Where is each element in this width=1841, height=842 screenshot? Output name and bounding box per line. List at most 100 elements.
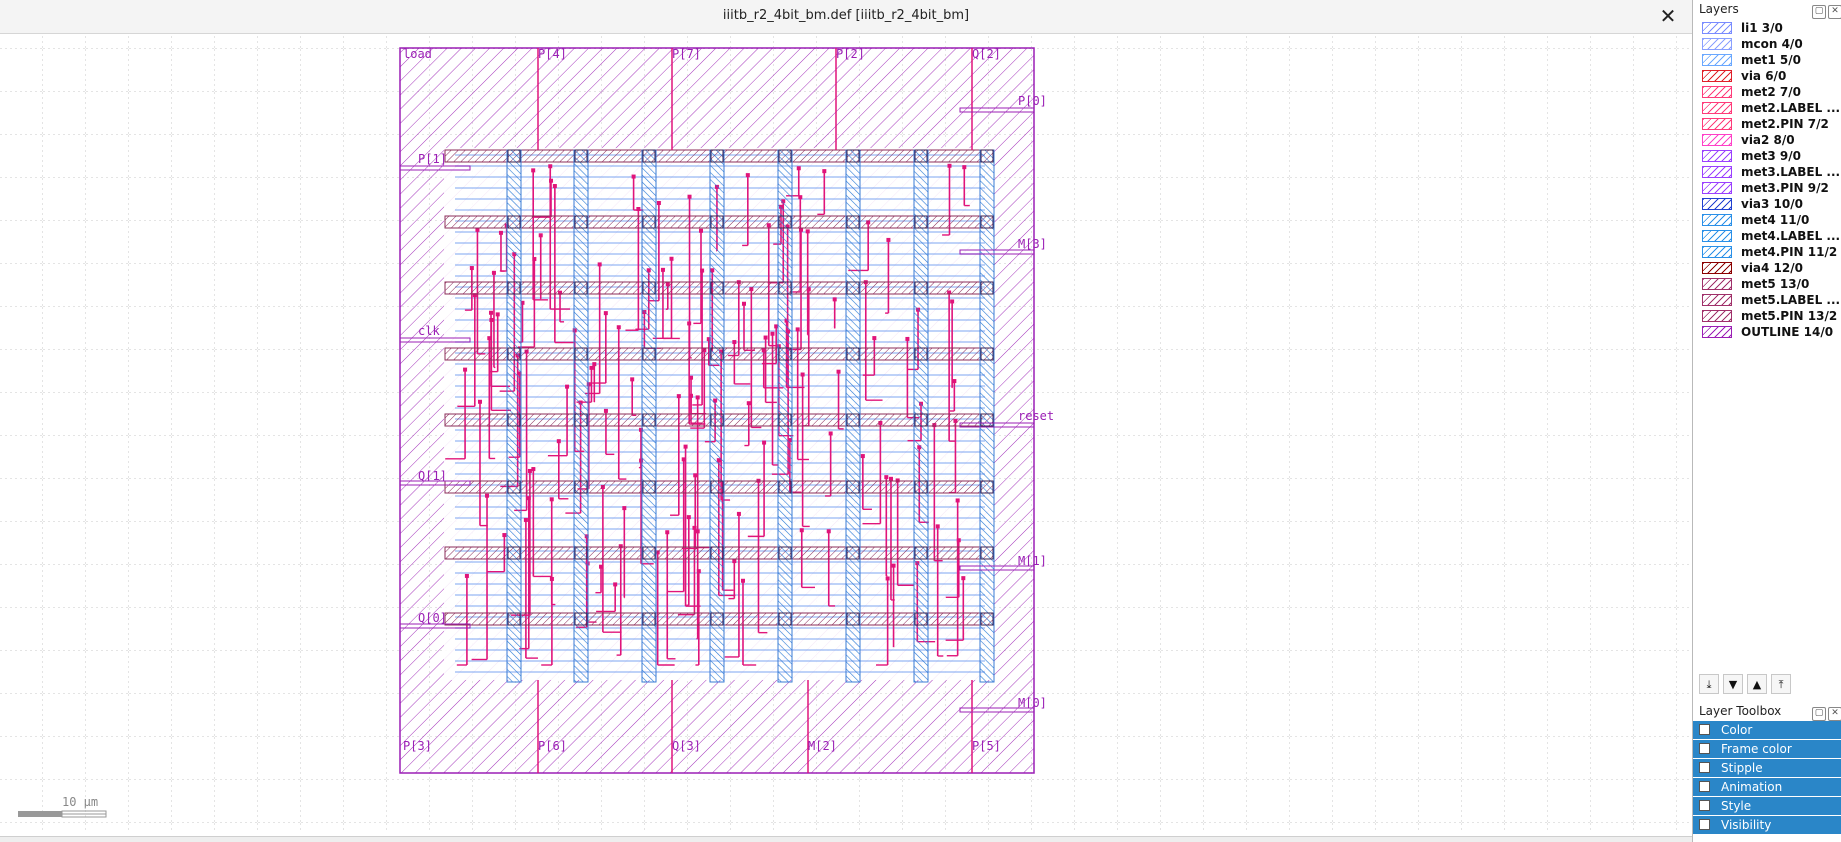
expand-checkbox[interactable] xyxy=(1699,762,1710,773)
pin-label: M[3] xyxy=(1018,237,1047,251)
layout-canvas[interactable]: load P[4] P[7] P[2] Q[2] P[0] P[1] M[3] … xyxy=(0,33,1692,833)
move-to-bottom-icon[interactable]: ⤓ xyxy=(1699,674,1719,694)
via-marker xyxy=(597,262,602,267)
via-marker xyxy=(589,365,594,370)
layer-row[interactable]: via2 8/0 xyxy=(1693,132,1841,148)
expand-checkbox[interactable] xyxy=(1699,819,1710,830)
via-marker xyxy=(799,528,804,533)
pin-label: P[6] xyxy=(538,739,567,753)
layer-swatch xyxy=(1702,262,1732,274)
layer-row[interactable]: met2.PIN 7/2 xyxy=(1693,116,1841,132)
expand-checkbox[interactable] xyxy=(1699,781,1710,792)
layer-row[interactable]: via 6/0 xyxy=(1693,68,1841,84)
toolbox-item[interactable]: Style xyxy=(1693,797,1841,815)
via-marker xyxy=(696,569,701,574)
move-to-top-icon[interactable]: ⤒ xyxy=(1771,674,1791,694)
close-icon[interactable]: ✕ xyxy=(1828,5,1841,19)
layer-name: met5 13/0 xyxy=(1741,277,1810,291)
layer-swatch xyxy=(1702,294,1732,306)
met4-strap xyxy=(641,149,657,683)
pin-label: P[1] xyxy=(418,152,447,166)
expand-checkbox[interactable] xyxy=(1699,800,1710,811)
toolbox-item[interactable]: Animation xyxy=(1693,778,1841,796)
toolbox-item[interactable]: Stipple xyxy=(1693,759,1841,777)
layer-swatch xyxy=(1702,326,1732,338)
via-marker xyxy=(736,511,741,516)
via-marker xyxy=(531,168,536,173)
via-marker xyxy=(631,174,636,179)
move-down-icon[interactable]: ▼ xyxy=(1723,674,1743,694)
layer-row[interactable]: met4 11/0 xyxy=(1693,212,1841,228)
layer-row[interactable]: via3 10/0 xyxy=(1693,196,1841,212)
pin-label: M[0] xyxy=(1018,696,1047,710)
layer-row[interactable]: met2 7/0 xyxy=(1693,84,1841,100)
via-marker xyxy=(688,393,693,398)
layer-row[interactable]: met2.LABEL ... xyxy=(1693,100,1841,116)
layer-name: met2 7/0 xyxy=(1741,85,1801,99)
via-marker xyxy=(523,517,528,522)
via-marker xyxy=(622,506,627,511)
layer-row[interactable]: met5.PIN 13/2 xyxy=(1693,308,1841,324)
via-marker xyxy=(800,372,805,377)
via-marker xyxy=(556,439,561,444)
toolbox-item[interactable]: Frame color xyxy=(1693,740,1841,758)
layer-toolbox-title: Layer Toolbox xyxy=(1699,704,1782,718)
layer-row[interactable]: met4.PIN 11/2 xyxy=(1693,244,1841,260)
document-title-bar: iiitb_r2_4bit_bm.def [iiitb_r2_4bit_bm] … xyxy=(0,0,1692,34)
via-marker xyxy=(603,311,608,316)
layer-row[interactable]: met5 13/0 xyxy=(1693,276,1841,292)
layer-row[interactable]: met3.PIN 9/2 xyxy=(1693,180,1841,196)
via-marker xyxy=(616,325,621,330)
layer-row[interactable]: met3.LABEL ... xyxy=(1693,164,1841,180)
document-title: iiitb_r2_4bit_bm.def [iiitb_r2_4bit_bm] xyxy=(722,8,970,23)
pin-label: P[7] xyxy=(672,47,701,61)
close-icon[interactable]: ✕ xyxy=(1828,707,1841,721)
layer-row[interactable]: li1 3/0 xyxy=(1693,20,1841,36)
layer-swatch xyxy=(1702,150,1732,162)
close-icon[interactable]: ✕ xyxy=(1656,4,1680,28)
layer-swatch xyxy=(1702,230,1732,242)
via-marker xyxy=(548,164,553,169)
via-marker xyxy=(469,266,474,271)
float-icon[interactable]: ▢ xyxy=(1812,707,1826,721)
layer-row[interactable]: OUTLINE 14/0 xyxy=(1693,324,1841,340)
met4-strap xyxy=(573,149,589,683)
layer-swatch xyxy=(1702,278,1732,290)
toolbox-item-label: Frame color xyxy=(1721,742,1792,756)
layer-list[interactable]: li1 3/0 mcon 4/0 met1 5/0 via 6/0 met2 7/0 me… xyxy=(1693,20,1841,340)
expand-checkbox[interactable] xyxy=(1699,743,1710,754)
layer-name: met3.LABEL ... xyxy=(1741,165,1841,179)
via-marker xyxy=(745,173,750,178)
toolbox-item[interactable]: Visibility xyxy=(1693,816,1841,834)
layer-row[interactable]: via4 12/0 xyxy=(1693,260,1841,276)
via-marker xyxy=(485,493,490,498)
layer-row[interactable]: met3 9/0 xyxy=(1693,148,1841,164)
toolbox-item-label: Stipple xyxy=(1721,761,1763,775)
move-up-icon[interactable]: ▲ xyxy=(1747,674,1767,694)
layer-row[interactable]: mcon 4/0 xyxy=(1693,36,1841,52)
via-marker xyxy=(538,233,543,238)
layer-swatch xyxy=(1702,118,1732,130)
pin-label: P[4] xyxy=(538,47,567,61)
layer-row[interactable]: met4.LABEL ... xyxy=(1693,228,1841,244)
met4-strap xyxy=(709,149,725,683)
toolbox-item[interactable]: Color xyxy=(1693,721,1841,739)
toolbox-item-label: Animation xyxy=(1721,780,1783,794)
layer-name: via4 12/0 xyxy=(1741,261,1803,275)
layout-viewport[interactable]: iiitb_r2_4bit_bm.def [iiitb_r2_4bit_bm] … xyxy=(0,0,1692,842)
layer-swatch xyxy=(1702,134,1732,146)
layer-row[interactable]: met5.LABEL ... xyxy=(1693,292,1841,308)
met4-strap xyxy=(979,149,995,683)
layer-name: via3 10/0 xyxy=(1741,197,1803,211)
layer-swatch xyxy=(1702,310,1732,322)
layer-row[interactable]: met1 5/0 xyxy=(1693,52,1841,68)
via-marker xyxy=(732,559,737,564)
via-marker xyxy=(822,169,827,174)
expand-checkbox[interactable] xyxy=(1699,724,1710,735)
via-marker xyxy=(832,297,837,302)
via-marker xyxy=(888,476,893,481)
pin-label: Q[1] xyxy=(418,469,447,483)
met4-strap xyxy=(913,149,929,683)
via-marker xyxy=(660,267,665,272)
float-icon[interactable]: ▢ xyxy=(1812,5,1826,19)
